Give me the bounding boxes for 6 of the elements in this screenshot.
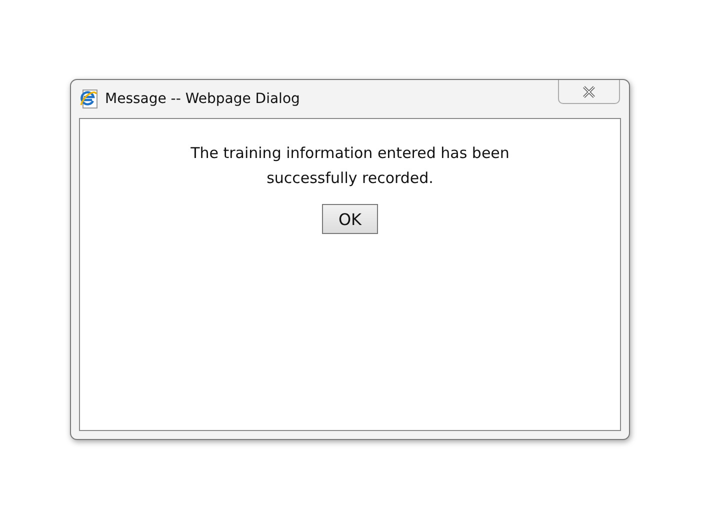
message-text: The training information entered has been successfully recorded. xyxy=(190,143,510,189)
close-button[interactable] xyxy=(558,80,620,104)
close-icon xyxy=(582,86,596,98)
window-title: Message -- Webpage Dialog xyxy=(105,91,300,107)
browser-icon xyxy=(79,89,99,109)
ok-button[interactable]: OK xyxy=(322,204,378,234)
